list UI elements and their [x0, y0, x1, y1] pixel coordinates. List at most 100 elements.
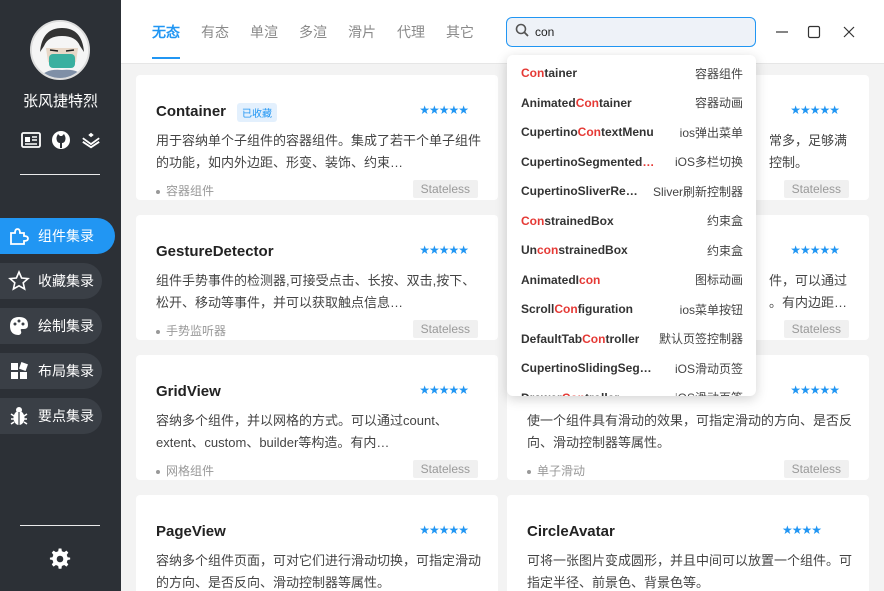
sidebar-item-label: 要点集录 — [38, 408, 94, 424]
suggestion-item[interactable]: DrawerController iOS滑动页签 — [521, 388, 743, 397]
card-title: CircleAvatar — [527, 523, 615, 540]
rating-stars: ★★★★★ — [790, 243, 840, 257]
suggestion-item[interactable]: ConstrainedBox 约束盒 — [521, 211, 743, 231]
suggestion-item[interactable]: ScrollConfiguration ios菜单按钮 — [521, 299, 743, 319]
search-icon — [515, 23, 529, 42]
card-category: 容器组件 — [156, 182, 214, 199]
widget-card[interactable]: GridView ★★★★★ 容纳多个组件，并以网格的方式。可以通过count、… — [136, 355, 498, 480]
suggestion-description: 图标动画 — [694, 273, 743, 287]
rating-stars: ★★★★★ — [419, 103, 469, 117]
suggestion-description: ios弹出菜单 — [679, 125, 743, 140]
sidebar: 张风捷特烈 组件集录 收藏集录 绘制集录 布局集录 要点集录 — [0, 0, 121, 591]
suggestion-name: ConstrainedBox — [521, 213, 614, 228]
card-type-tag: Stateless — [412, 460, 478, 478]
settings-gear-icon[interactable] — [49, 548, 71, 570]
star-icon — [8, 270, 30, 292]
suggestion-name: DefaultTabController — [521, 331, 640, 346]
card-title: Container — [156, 103, 227, 120]
suggestion-item[interactable]: CupertinoSlidingSeg… iOS滑动页签 — [521, 358, 743, 378]
suggestion-name: CupertinoSlidingSeg… — [521, 361, 652, 375]
rating-stars: ★★★★ — [781, 523, 822, 537]
suggestion-description: 约束盒 — [706, 243, 743, 258]
suggestion-description: 容器组件 — [694, 66, 743, 81]
card-category: 网格组件 — [156, 462, 214, 479]
github-icon[interactable] — [51, 130, 71, 150]
sidebar-item-favorites[interactable]: 收藏集录 — [0, 263, 102, 299]
tab-bar: 无态 有态 单渲 多渲 滑片 代理 其它 — [152, 22, 495, 42]
tab-other[interactable]: 其它 — [446, 22, 474, 42]
id-card-icon[interactable] — [20, 130, 41, 150]
sidebar-item-layout[interactable]: 布局集录 — [0, 353, 102, 389]
card-type-tag: Stateless — [783, 460, 849, 478]
suggestion-item[interactable]: UnconstrainedBox 约束盒 — [521, 240, 743, 260]
suggestion-description: ios菜单按钮 — [679, 302, 743, 317]
favorited-badge: 已收藏 — [237, 103, 277, 122]
bug-icon — [8, 405, 30, 427]
tab-stateful[interactable]: 有态 — [201, 22, 229, 42]
card-description: 常多，足够满 控制。 — [769, 133, 848, 170]
search-box[interactable] — [506, 17, 756, 47]
grid-icon — [8, 360, 30, 382]
tab-proxy[interactable]: 代理 — [397, 22, 425, 42]
card-title: GestureDetector — [156, 243, 274, 260]
tab-single-render[interactable]: 单渲 — [250, 22, 278, 42]
card-title: GridView — [156, 383, 221, 400]
widget-card[interactable]: GestureDetector ★★★★★ 组件手势事件的检测器,可接受点击、长… — [136, 215, 498, 340]
widget-grid: Container 已收藏 ★★★★★ 用于容纳单个子组件的容器组件。集成了若干… — [121, 65, 884, 591]
suggestion-item[interactable]: Container 容器组件 — [521, 63, 743, 83]
card-category: 单子滑动 — [527, 462, 585, 479]
sidebar-item-points[interactable]: 要点集录 — [0, 398, 102, 434]
suggestion-description: 约束盒 — [706, 214, 743, 228]
search-input[interactable] — [535, 25, 735, 39]
widget-card[interactable]: PageView ★★★★★ 容纳多个组件页面，可对它们进行滑动切换，可指定滑动… — [136, 495, 498, 591]
username: 张风捷特烈 — [22, 93, 98, 110]
rating-stars: ★★★★★ — [419, 383, 469, 397]
suggestion-item[interactable]: CupertinoSegmented… iOS多栏切换 — [521, 152, 743, 172]
sidebar-item-drawing[interactable]: 绘制集录 — [0, 308, 102, 344]
tab-sliver[interactable]: 滑片 — [348, 22, 376, 42]
suggestion-name: CupertinoSliverRe… — [521, 184, 638, 198]
sidebar-item-label: 布局集录 — [38, 363, 94, 379]
card-description: 用于容纳单个子组件的容器组件。集成了若干个单子组件的功能，如内外边距、形变、装饰… — [156, 133, 481, 170]
suggestion-description: 默认页签控制器 — [658, 332, 743, 346]
card-category: 手势监听器 — [156, 322, 226, 339]
suggestion-name: UnconstrainedBox — [521, 243, 628, 257]
suggestion-description: Sliver刷新控制器 — [652, 184, 743, 199]
suggestion-item[interactable]: DefaultTabController 默认页签控制器 — [521, 329, 743, 349]
suggestion-item[interactable]: CupertinoSliverRe… Sliver刷新控制器 — [521, 181, 743, 201]
search-suggestions: Container 容器组件 AnimatedContainer 容器动画 Cupert… — [507, 55, 756, 396]
card-type-tag: Stateless — [783, 320, 849, 338]
top-bar: 无态 有态 单渲 多渲 滑片 代理 其它 — [121, 0, 884, 64]
card-type-tag: Stateless — [412, 320, 478, 338]
suggestion-name: CupertinoContextMenu — [521, 125, 654, 139]
tab-stateless[interactable]: 无态 — [152, 22, 180, 42]
suggestion-name: DrawerController — [521, 391, 619, 397]
close-button[interactable] — [839, 22, 859, 42]
suggestion-description: iOS多栏切换 — [674, 155, 743, 169]
sidebar-nav: 组件集录 收藏集录 绘制集录 布局集录 要点集录 — [0, 218, 121, 443]
sidebar-divider-top — [20, 174, 100, 175]
widget-card[interactable]: Container 已收藏 ★★★★★ 用于容纳单个子组件的容器组件。集成了若干… — [136, 75, 498, 200]
card-title: PageView — [156, 523, 226, 540]
palette-icon — [8, 315, 30, 337]
sidebar-item-label: 组件集录 — [38, 228, 94, 244]
card-description: 容纳多个组件页面，可对它们进行滑动切换，可指定滑动的方向、是否反向、滑动控制器等… — [156, 553, 481, 590]
card-description: 使一个组件具有滑动的效果，可指定滑动的方向、是否反向、滑动控制器等属性。 — [527, 413, 852, 450]
rating-stars: ★★★★★ — [790, 103, 840, 117]
tab-multi-render[interactable]: 多渲 — [299, 22, 327, 42]
suggestion-name: AnimatedIcon — [521, 272, 601, 287]
puzzle-icon — [8, 225, 30, 247]
maximize-button[interactable] — [804, 22, 824, 42]
suggestion-name: Container — [521, 66, 578, 80]
widget-card[interactable]: CircleAvatar ★★★★ 可将一张图片变成圆形，并且中间可以放置一个组… — [507, 495, 869, 591]
rating-stars: ★★★★★ — [419, 523, 469, 537]
juejin-icon[interactable] — [81, 130, 101, 150]
suggestion-description: 容器动画 — [694, 96, 743, 110]
suggestion-item[interactable]: CupertinoContextMenu ios弹出菜单 — [521, 122, 743, 142]
minimize-button[interactable] — [772, 22, 792, 42]
suggestion-item[interactable]: AnimatedIcon 图标动画 — [521, 270, 743, 290]
avatar[interactable] — [30, 20, 90, 80]
sidebar-item-widgets[interactable]: 组件集录 — [0, 218, 115, 254]
suggestion-item[interactable]: AnimatedContainer 容器动画 — [521, 93, 743, 113]
sidebar-item-label: 收藏集录 — [38, 273, 94, 289]
